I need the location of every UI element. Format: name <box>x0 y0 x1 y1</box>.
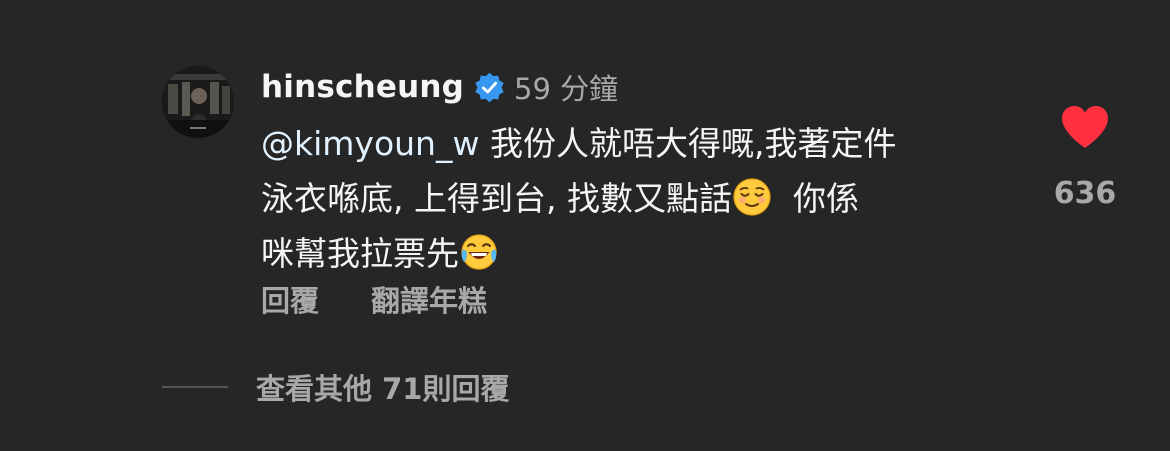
comment-line-2: 泳衣喺底, 上得到台, 找數又點話 你係 <box>261 171 1021 226</box>
face-with-tears-of-joy-icon <box>459 232 499 272</box>
view-more-replies[interactable]: 查看其他 71則回覆 <box>162 366 509 408</box>
mention-link[interactable]: @kimyoun_w <box>261 124 479 163</box>
comment-line-1: @kimyoun_w 我份人就唔大得嘅,我著定件 <box>261 116 1021 171</box>
relieved-face-icon <box>732 177 772 217</box>
avatar[interactable] <box>162 66 234 138</box>
comment-text-3: 你係 <box>792 179 859 218</box>
like-area: 636 <box>1050 104 1120 211</box>
verified-badge-icon <box>473 71 506 104</box>
view-more-replies-label[interactable]: 查看其他 71則回覆 <box>256 366 509 408</box>
comment-text-1: 我份人就唔大得嘅,我著定件 <box>489 124 897 163</box>
comment-header: hinscheung 59 分鐘 <box>261 64 618 110</box>
replies-divider <box>162 386 228 388</box>
comment-actions: 回覆 翻譯年糕 <box>261 278 487 320</box>
timestamp: 59 分鐘 <box>514 72 619 106</box>
comment-text-2: 泳衣喺底, 上得到台, 找數又點話 <box>261 179 732 218</box>
reply-button[interactable]: 回覆 <box>261 278 319 320</box>
comment: hinscheung 59 分鐘 @kimyoun_w 我份人就唔大得嘅,我著定… <box>0 0 1170 451</box>
translate-button[interactable]: 翻譯年糕 <box>371 278 487 320</box>
username[interactable]: hinscheung <box>261 69 464 105</box>
comment-text-4: 咪幫我拉票先 <box>261 234 459 273</box>
heart-filled-icon[interactable] <box>1060 104 1110 150</box>
comment-body: @kimyoun_w 我份人就唔大得嘅,我著定件 泳衣喺底, 上得到台, 找數又… <box>261 116 1021 281</box>
comment-line-3: 咪幫我拉票先 <box>261 226 1021 281</box>
like-count: 636 <box>1053 176 1117 211</box>
